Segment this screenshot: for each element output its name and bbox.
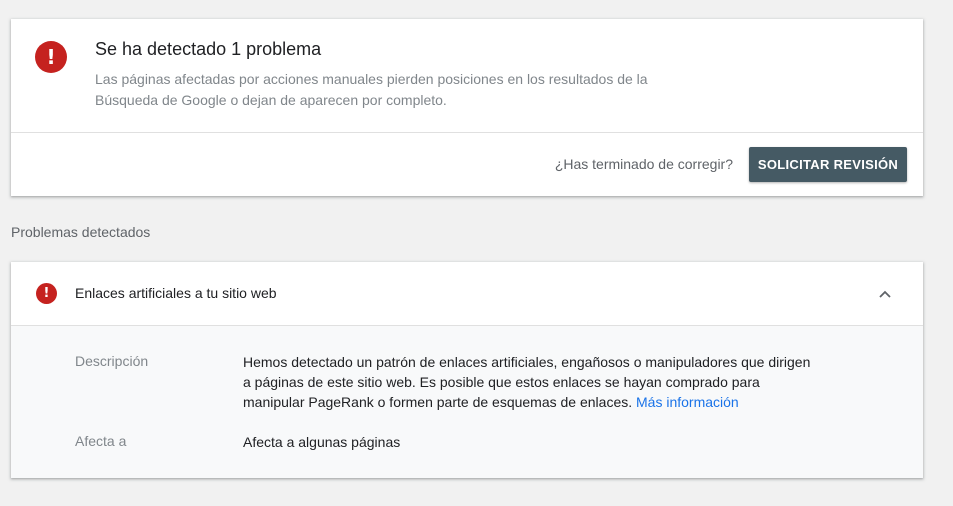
alert-icon: ! (35, 41, 67, 73)
request-review-button[interactable]: SOLICITAR REVISIÓN (749, 147, 907, 182)
issue-details: Descripción Hemos detectado un patrón de… (11, 325, 923, 478)
affects-value: Afecta a algunas páginas (243, 434, 401, 450)
issue-card: ! Enlaces artificiales a tu sitio web De… (11, 262, 923, 478)
alert-icon: ! (36, 283, 57, 304)
summary-title: Se ha detectado 1 problema (95, 39, 322, 59)
description-value: Hemos detectado un patrón de enlaces art… (243, 352, 813, 412)
divider (11, 132, 923, 133)
more-info-link[interactable]: Más información (636, 394, 739, 410)
summary-description: Las páginas afectadas por acciones manua… (95, 71, 648, 108)
chevron-up-icon[interactable] (877, 286, 893, 302)
manual-actions-summary-card: ! Se ha detectado 1 problema Las páginas… (11, 19, 923, 196)
section-heading: Problemas detectados (11, 224, 151, 240)
description-label: Descripción (75, 353, 149, 369)
affects-label: Afecta a (75, 433, 127, 449)
issue-header[interactable]: ! Enlaces artificiales a tu sitio web (11, 262, 923, 325)
issue-title: Enlaces artificiales a tu sitio web (75, 285, 277, 301)
fixed-question-label: ¿Has terminado de corregir? (554, 156, 733, 172)
